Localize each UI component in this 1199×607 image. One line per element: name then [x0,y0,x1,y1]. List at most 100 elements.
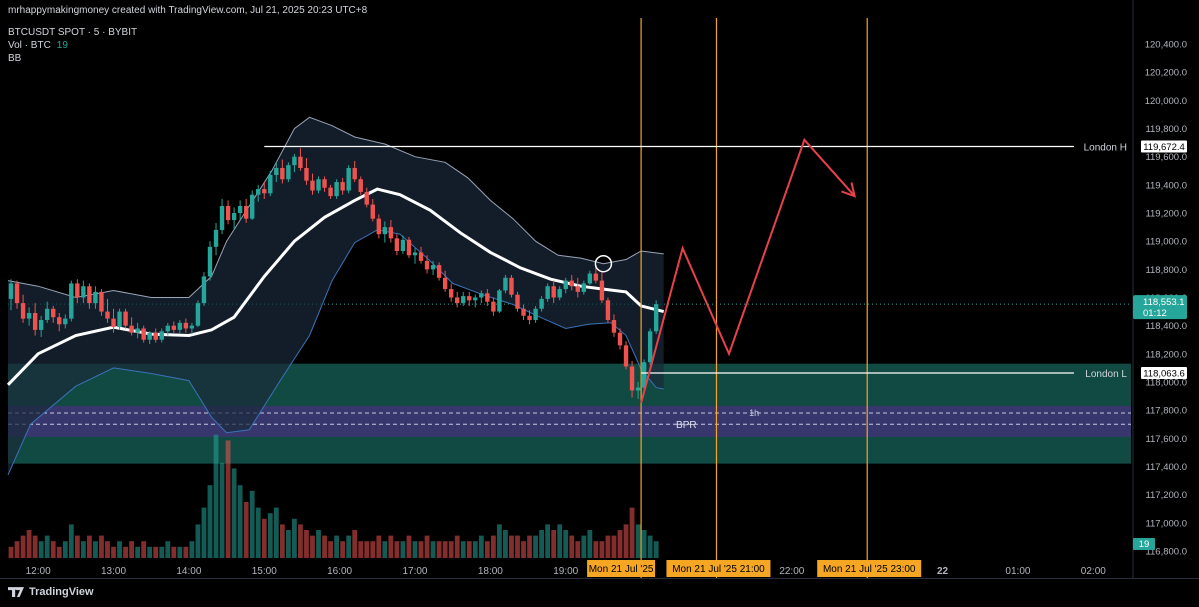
volume-bar [406,535,412,558]
candle-body [623,345,629,367]
bpr-zone [8,405,1131,437]
symbol-title: BTCUSDT SPOT · 5 · BYBIT [8,27,138,38]
candle-body [111,318,116,328]
volume-bar [563,530,569,558]
tradingview-logo-text: TradingView [29,586,94,598]
volume-bar [267,513,273,558]
candle-body [376,218,382,235]
volume-bar [93,541,98,558]
candle-body [569,280,574,287]
candle-body [575,286,580,292]
candle-body [394,238,400,252]
volume-bar [165,541,171,558]
candle-body [99,291,104,312]
candle-body [117,311,122,328]
candle-body [479,293,484,298]
volume-bar [80,541,86,558]
volume-bar [358,541,364,558]
candle-body [539,298,544,309]
volume-bar [147,546,153,558]
candle-body [316,179,321,191]
volume-bar [195,524,201,558]
volume-bar [141,541,147,558]
candle-body [8,283,14,299]
volume-bar [171,546,177,558]
volume-bar [249,490,255,558]
candle-body [153,332,158,340]
candle-body [430,265,436,270]
tradingview-logo-icon [8,587,24,598]
volume-bar [376,535,382,558]
volume-bar [484,541,490,558]
volume-bar [261,518,267,558]
indicator-label[interactable]: BB [8,53,21,64]
candle-body [69,283,74,319]
time-tick-label: 18:00 [478,566,503,577]
candle-body [491,301,496,312]
candle-body [26,312,32,319]
volume-bar [418,541,424,558]
volume-bar [213,434,219,558]
volume-bar [279,524,285,558]
price-tick-label: 119,400.0 [1145,180,1187,191]
candle-body [75,283,80,298]
candle-body [14,283,20,304]
time-tick-label: 02:00 [1081,566,1106,577]
candle-body [599,280,605,301]
candle-body [352,167,357,180]
candle-body [406,239,412,256]
volume-bar [490,535,496,558]
countdown-text: 01:12 [1143,308,1167,319]
candle-body [189,325,195,329]
volume-bar [647,535,653,558]
candle-body [63,318,68,325]
candle-body [533,308,538,321]
candle-body [51,308,56,318]
volume-bar [74,535,80,558]
candle-body [527,315,532,321]
volume-bar [14,541,20,558]
volume-bar [569,535,575,558]
candle-body [280,167,285,180]
volume-badge-text: 19 [1139,539,1150,550]
candle-body [123,311,128,326]
candle-body [81,286,86,298]
candle-body [141,328,146,340]
bpr-timeframe-label: 1h [749,408,759,418]
volume-bar [503,530,508,558]
candle-body [256,189,261,195]
volume-bar [509,535,514,558]
volume-bar [587,530,593,558]
candle-body [237,205,243,214]
volume-bar [581,535,587,558]
volume-bar [285,530,291,558]
volume-bar [105,541,110,558]
volume-bar [273,507,279,558]
candle-body [213,229,219,247]
time-tick-label: 17:00 [402,566,427,577]
volume-bar [394,541,400,558]
price-tick-label: 117,600.0 [1145,434,1187,445]
candle-body [388,227,394,239]
time-tick-label: 15:00 [252,566,277,577]
price-tick-label: 117,800.0 [1145,406,1187,417]
volume-bar [8,546,14,558]
candle-body [135,328,140,333]
volume-bar [370,541,376,558]
volume-bar [310,535,315,558]
volume-bar [111,546,116,558]
price-chart[interactable]: BPR 1h London H London L 120,400.0 120,200.… [0,0,1199,578]
candle-body [93,291,98,304]
candle-body [274,167,279,176]
volume-bar [135,546,141,558]
volume-bar [340,541,346,558]
tradingview-logo[interactable]: TradingView [8,586,94,598]
candle-body [551,286,556,298]
candle-body [629,366,635,391]
volume-bar [424,535,430,558]
candle-body [231,213,237,221]
time-tick-label: 16:00 [327,566,352,577]
candle-body [653,304,659,332]
candle-body [147,332,152,340]
volume-bar [219,462,225,558]
